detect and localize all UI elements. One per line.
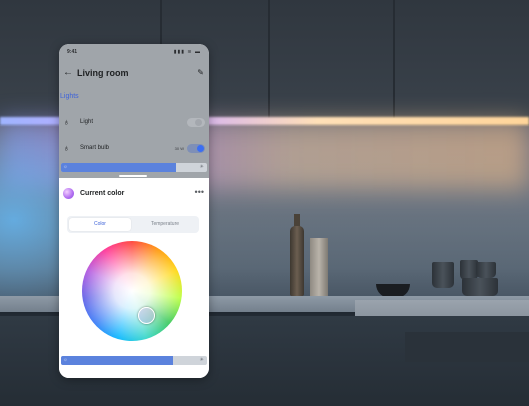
slider-fill <box>61 356 174 365</box>
light-bulb-icon: ♁ <box>63 143 70 153</box>
current-color-sheet: Current color ••• Color Temperature ☼ ☀ <box>59 178 209 378</box>
room-screen-dimmed: 9:41 ▮▮▮ ≋ ▬ ← Living room ✎ Lights ♁ Li… <box>59 44 209 178</box>
status-bar: 9:41 ▮▮▮ ≋ ▬ <box>67 48 201 58</box>
color-wheel-saturation <box>82 241 182 341</box>
sun-large-icon: ☀ <box>199 164 204 170</box>
cabinet-seam <box>268 0 270 118</box>
toggle-knob <box>195 119 202 126</box>
cup <box>462 278 498 296</box>
page-title: Living room <box>77 68 129 78</box>
smart-bulb-toggle[interactable] <box>187 144 205 153</box>
room-header: ← Living room ✎ <box>59 66 209 80</box>
color-swatch <box>63 188 74 199</box>
phone-app: 9:41 ▮▮▮ ≋ ▬ ← Living room ✎ Lights ♁ Li… <box>59 44 209 378</box>
arrow-left-icon[interactable]: ← <box>63 66 73 80</box>
cup <box>476 262 496 278</box>
color-mode-tabs: Color Temperature <box>67 216 199 233</box>
pencil-icon[interactable]: ✎ <box>197 66 204 80</box>
cabinet-seam <box>393 0 395 118</box>
sun-large-icon: ☀ <box>199 357 204 363</box>
cup <box>432 262 454 288</box>
device-label: Smart bulb <box>80 145 110 151</box>
device-label: Light <box>80 119 94 125</box>
toggle-knob <box>197 145 204 152</box>
tab-color[interactable]: Color <box>69 218 131 231</box>
sun-small-icon: ☼ <box>63 357 68 363</box>
more-options-icon[interactable]: ••• <box>195 187 204 197</box>
tab-temperature[interactable]: Temperature <box>133 218 197 231</box>
bottle <box>290 226 304 296</box>
status-icons: ▮▮▮ ≋ ▬ <box>173 49 201 55</box>
slider-fill <box>61 163 177 172</box>
sun-small-icon: ☼ <box>63 164 68 170</box>
light-toggle[interactable] <box>187 118 205 127</box>
brightness-slider-bottom[interactable]: ☼ ☀ <box>61 356 207 365</box>
device-wattage: 30 W <box>174 146 184 151</box>
brightness-slider-top[interactable]: ☼ ☀ <box>61 163 207 172</box>
sheet-grabber[interactable] <box>119 175 147 177</box>
sheet-title: Current color <box>80 190 125 197</box>
color-picker-handle[interactable] <box>138 307 155 324</box>
device-row-smart-bulb[interactable]: ♁ Smart bulb 30 W <box>59 141 209 157</box>
cutting-boards <box>310 238 328 296</box>
device-row-light[interactable]: ♁ Light <box>59 115 209 131</box>
light-bulb-icon: ♁ <box>63 117 70 127</box>
cooktop <box>405 332 529 362</box>
section-label-lights: Lights <box>60 93 79 100</box>
status-time: 9:41 <box>67 49 78 55</box>
